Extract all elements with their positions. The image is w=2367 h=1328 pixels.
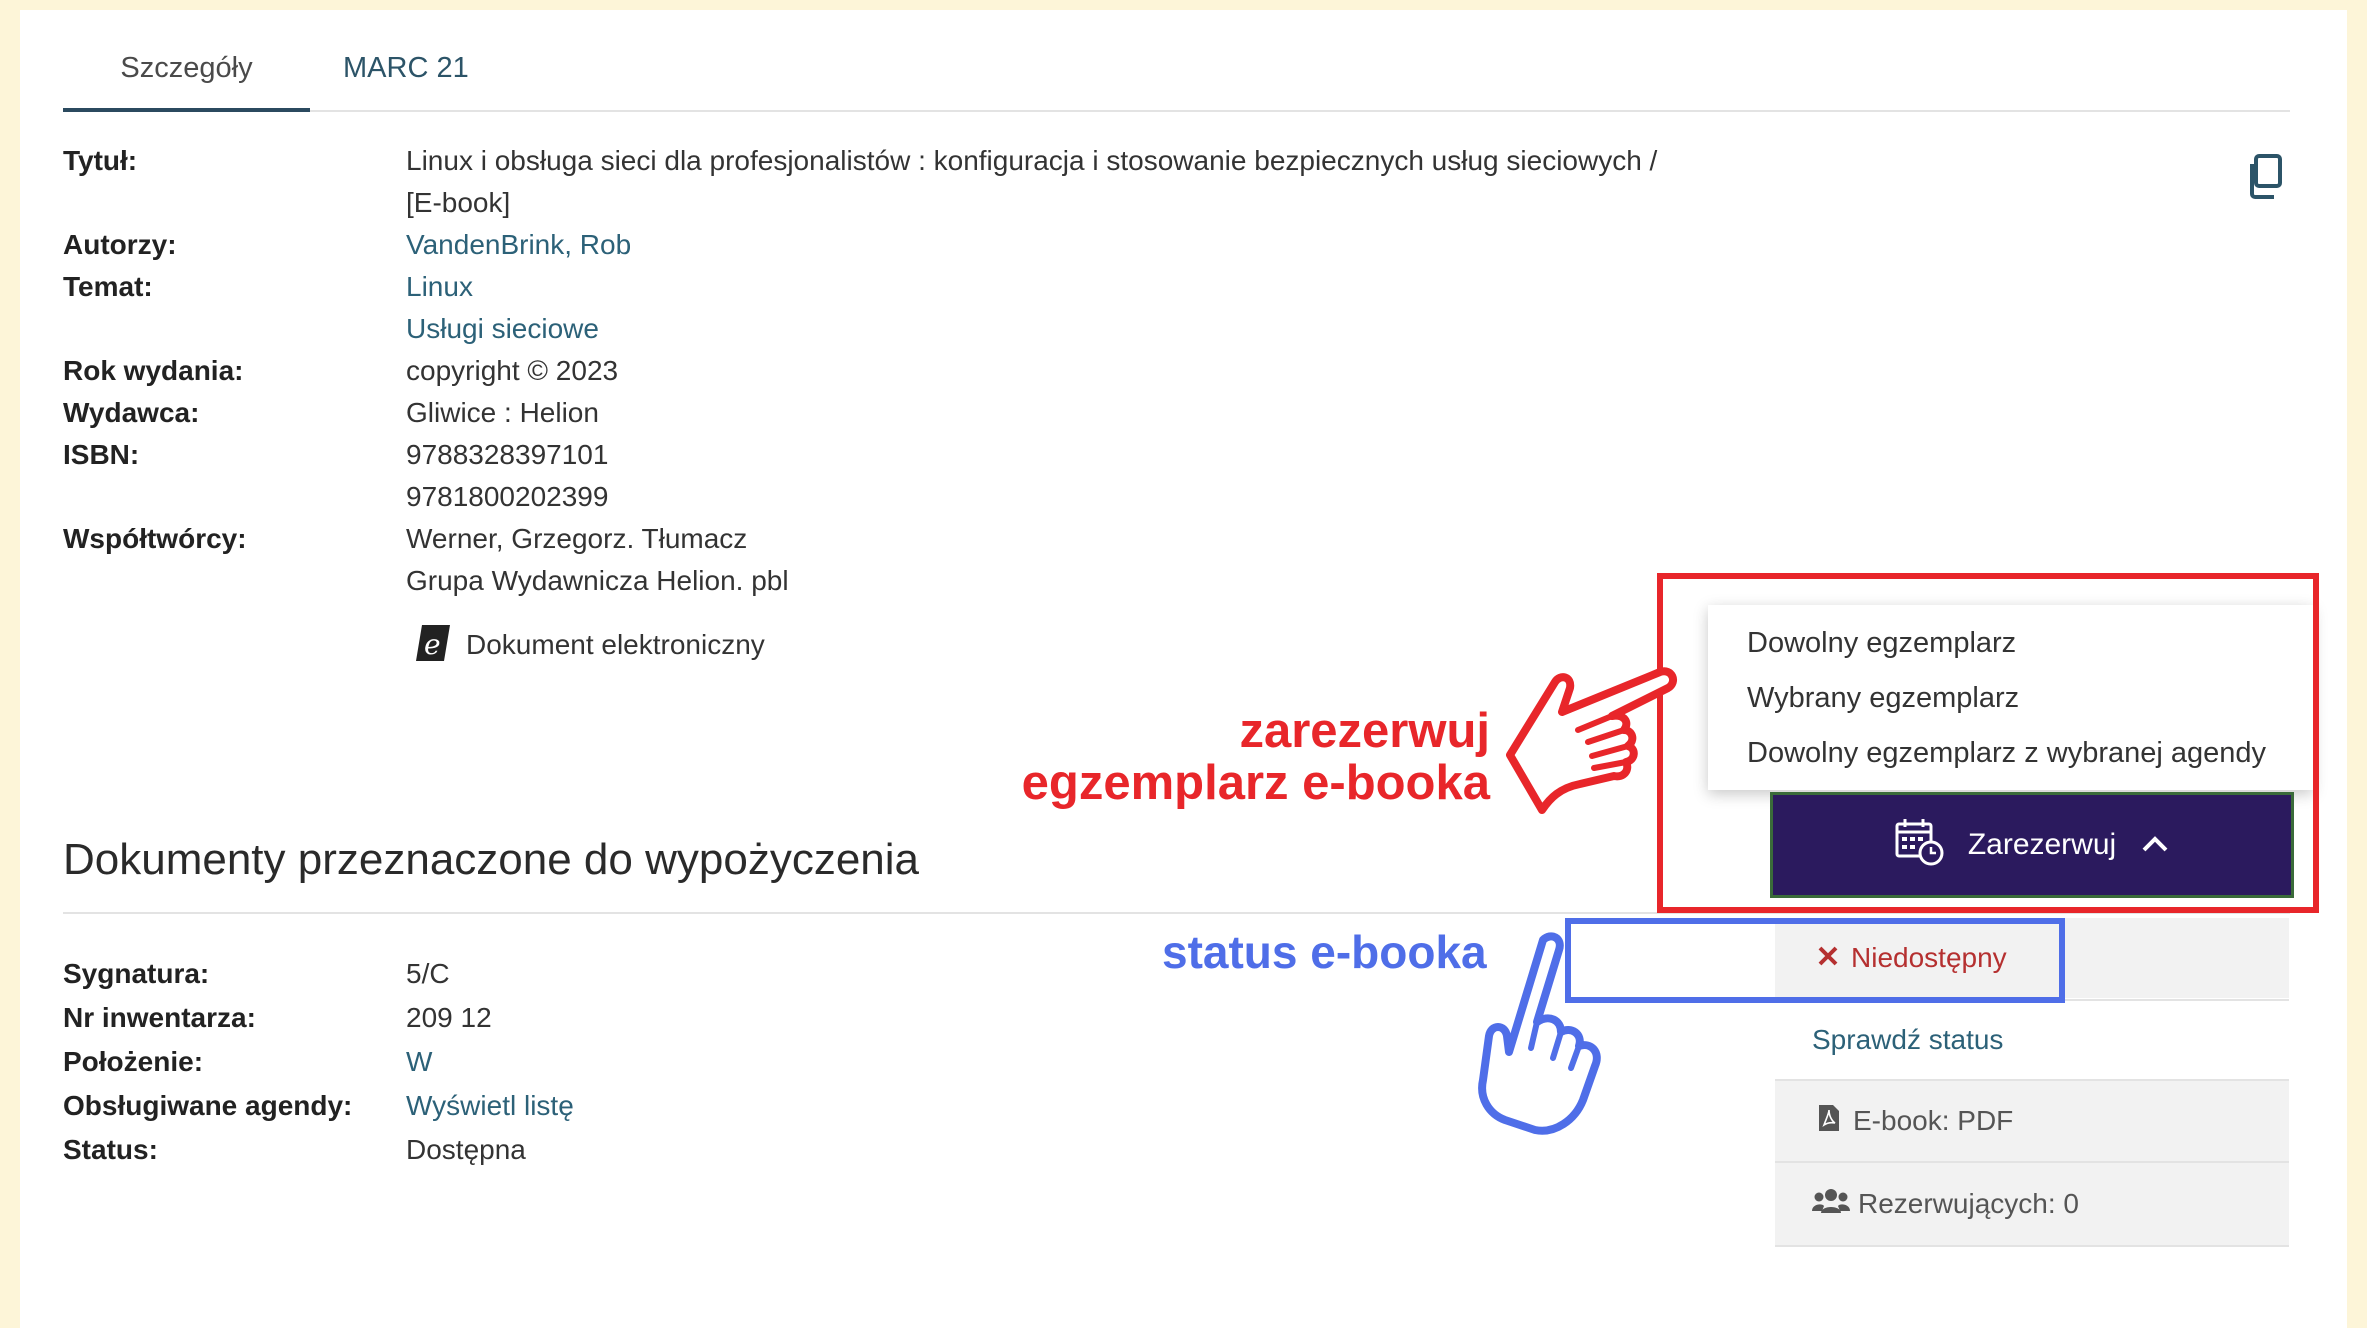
ebook-format[interactable]: E-book: PDF: [1775, 1081, 2289, 1163]
check-status-link[interactable]: Sprawdź status: [1775, 999, 2289, 1081]
authors-label: Autorzy:: [63, 229, 177, 260]
contributors-label: Współtwórcy:: [63, 523, 247, 554]
tab-bar: Szczegóły MARC 21: [63, 40, 2290, 112]
status-label: Status:: [63, 1134, 158, 1165]
reserve-annotation-line1: zarezerwuj: [1239, 704, 1490, 758]
calendar-clock-icon: [1894, 816, 1944, 874]
dropdown-item-any-copy[interactable]: Dowolny egzemplarz: [1747, 627, 2016, 660]
subject-label: Temat:: [63, 271, 153, 302]
reserve-annotation-line2: egzemplarz e-booka: [1021, 756, 1490, 810]
subject-link-linux[interactable]: Linux: [406, 271, 473, 303]
section-title: Dokumenty przeznaczone do wypożyczenia: [63, 835, 920, 884]
dropdown-item-any-copy-from-agency[interactable]: Dowolny egzemplarz z wybranej agendy: [1747, 737, 2266, 770]
pdf-file-icon: [1817, 1103, 1841, 1140]
dropdown-item-selected-copy[interactable]: Wybrany egzemplarz: [1747, 682, 2019, 715]
check-status-label: Sprawdź status: [1812, 1024, 2004, 1055]
location-label: Położenie:: [63, 1046, 204, 1077]
copy-icon[interactable]: [2242, 150, 2294, 202]
doc-type: e Dokument elektroniczny: [410, 620, 765, 670]
reserve-button-label: Zarezerwuj: [1967, 828, 2117, 861]
ebook-format-label: E-book: PDF: [1853, 1105, 2014, 1136]
section-divider: [63, 912, 2290, 914]
signature-value: 5/C: [406, 958, 450, 989]
tab-marc21[interactable]: MARC 21: [343, 40, 523, 110]
reserve-button[interactable]: Zarezerwuj: [1770, 792, 2294, 898]
contributor-2: Grupa Wydawnicza Helion. pbl: [406, 565, 789, 596]
publisher-label: Wydawca:: [63, 397, 200, 428]
title-value-line1: Linux i obsługa sieci dla profesjonalist…: [406, 145, 1658, 176]
subject-link-network-services[interactable]: Usługi sieciowe: [406, 313, 599, 345]
reserve-annotation: zarezerwuj egzemplarz e-booka: [1022, 705, 1490, 809]
isbn-value-2: 9781800202399: [406, 481, 609, 512]
inventory-value: 209 12: [406, 1002, 492, 1033]
svg-text:e: e: [424, 628, 441, 661]
title-label: Tytuł:: [63, 145, 138, 176]
availability-status: Niedostępny: [1775, 918, 2289, 998]
pointing-hand-icon: [1506, 667, 1678, 814]
year-label: Rok wydania:: [63, 355, 244, 386]
isbn-label: ISBN:: [63, 439, 140, 470]
isbn-value-1: 9788328397101: [406, 439, 609, 470]
ebook-icon: e: [410, 621, 454, 670]
location-link[interactable]: W: [406, 1046, 432, 1078]
chevron-up-icon: [2140, 828, 2170, 862]
users-icon: [1812, 1187, 1850, 1222]
pointing-hand-icon: [1478, 932, 1601, 1135]
status-annotation: status e-booka: [1162, 926, 1487, 978]
publisher-value: Gliwice : Helion: [406, 397, 599, 428]
doc-type-label: Dokument elektroniczny: [466, 629, 765, 660]
reserve-dropdown-menu: Dowolny egzemplarz Wybrany egzemplarz Do…: [1708, 605, 2313, 790]
year-value: copyright © 2023: [406, 355, 619, 386]
reserving-count: Rezerwujących: 0: [1775, 1163, 2289, 1247]
inventory-label: Nr inwentarza:: [63, 1002, 256, 1033]
unavailable-label: Niedostępny: [1851, 942, 2007, 973]
reserving-count-label: Rezerwujących: 0: [1858, 1188, 2079, 1219]
close-icon: [1817, 942, 1839, 974]
author-link[interactable]: VandenBrink, Rob: [406, 229, 631, 261]
agencies-label: Obsługiwane agendy:: [63, 1090, 353, 1121]
status-value: Dostępna: [406, 1134, 526, 1165]
agencies-list-link[interactable]: Wyświetl listę: [406, 1090, 574, 1122]
contributor-1: Werner, Grzegorz. Tłumacz: [406, 523, 748, 554]
tab-details[interactable]: Szczegóły: [63, 40, 310, 112]
title-value-line2: [E-book]: [406, 187, 511, 218]
signature-label: Sygnatura:: [63, 958, 210, 989]
